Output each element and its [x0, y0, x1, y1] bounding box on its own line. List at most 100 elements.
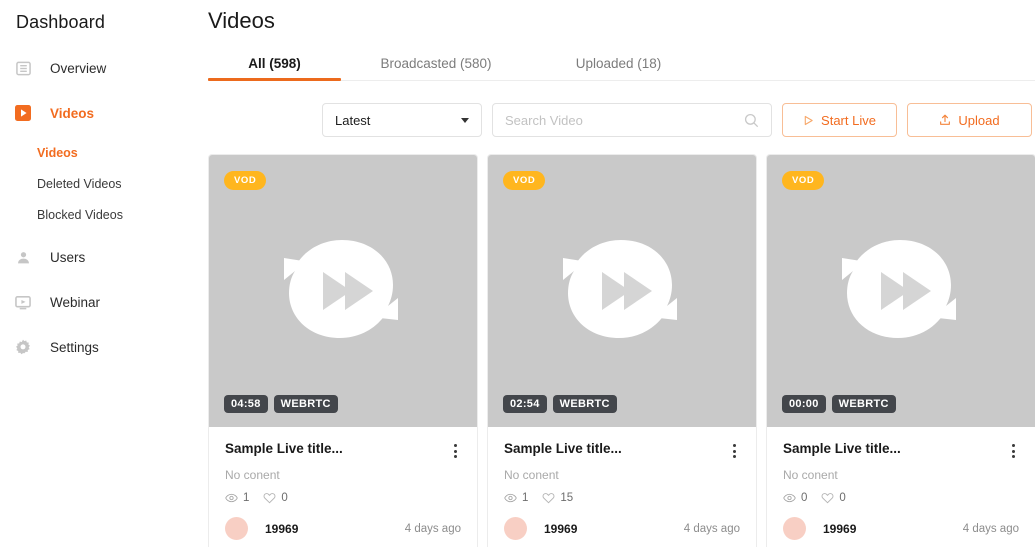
status-badge: VOD — [503, 171, 546, 190]
protocol-badge: WEBRTC — [552, 395, 617, 413]
heart-icon — [542, 492, 555, 504]
sidebar-item-label: Webinar — [50, 294, 101, 310]
duration-badge: 00:00 — [782, 395, 826, 413]
view-count: 1 — [225, 492, 249, 504]
sort-select-value: Latest — [335, 112, 371, 128]
upload-icon — [939, 114, 951, 126]
tab-uploaded[interactable]: Uploaded (18) — [531, 56, 706, 81]
video-stats: 0 0 — [783, 492, 1019, 504]
timestamp: 4 days ago — [962, 522, 1019, 535]
video-card-title-row: Sample Live title... — [504, 441, 740, 461]
search-input[interactable] — [505, 112, 738, 128]
sort-select[interactable]: Latest — [322, 103, 482, 137]
thumbnail-meta: 00:00 WEBRTC — [782, 395, 896, 413]
kebab-menu-icon[interactable] — [1008, 441, 1019, 461]
sidebar-subitem-label: Blocked Videos — [37, 207, 123, 222]
kebab-menu-icon[interactable] — [450, 441, 461, 461]
video-title: Sample Live title... — [504, 441, 622, 456]
page-title: Videos — [208, 8, 275, 33]
app-root: Dashboard Overview Videos Videos Deleted… — [0, 0, 1035, 547]
start-live-button[interactable]: Start Live — [782, 103, 897, 137]
like-count-value: 0 — [281, 492, 288, 504]
video-card-body: Sample Live title... No conent — [488, 427, 756, 547]
sidebar-item-label: Videos — [50, 105, 95, 121]
list-icon — [14, 59, 32, 77]
tab-label: All (598) — [248, 56, 301, 71]
view-count: 0 — [783, 492, 807, 504]
eye-icon — [504, 493, 517, 503]
main-content: Videos All (598) Broadcasted (580) Uploa… — [200, 0, 1035, 547]
sidebar-subitem-deleted-videos[interactable]: Deleted Videos — [0, 168, 200, 199]
duration-badge: 04:58 — [224, 395, 268, 413]
tab-bar: All (598) Broadcasted (580) Uploaded (18… — [208, 48, 1035, 81]
video-card-title-row: Sample Live title... — [225, 441, 461, 461]
video-description: No conent — [783, 468, 838, 482]
owner-name: 19969 — [265, 521, 299, 536]
sidebar-subnav-videos: Videos Deleted Videos Blocked Videos — [0, 137, 200, 230]
sidebar-subitem-blocked-videos[interactable]: Blocked Videos — [0, 199, 200, 230]
kebab-menu-icon[interactable] — [729, 441, 740, 461]
sidebar-subitem-label: Deleted Videos — [37, 176, 122, 191]
tab-broadcasted[interactable]: Broadcasted (580) — [341, 56, 531, 81]
gear-icon — [14, 338, 32, 356]
video-description: No conent — [504, 468, 559, 482]
sidebar-item-label: Settings — [50, 339, 99, 355]
upload-button[interactable]: Upload — [907, 103, 1032, 137]
search-field[interactable] — [492, 103, 772, 137]
start-live-label: Start Live — [821, 112, 876, 128]
video-thumbnail[interactable]: VOD 04:58 WEBRTC — [209, 155, 477, 427]
video-thumbnail[interactable]: VOD 02:54 WEBRTC — [488, 155, 756, 427]
page-title-dashboard: Dashboard — [16, 12, 105, 32]
view-count: 1 — [504, 492, 528, 504]
video-card-body: Sample Live title... No conent — [767, 427, 1035, 547]
like-count: 0 — [821, 492, 846, 504]
fast-forward-placeholder-icon — [279, 232, 407, 350]
duration-badge: 02:54 — [503, 395, 547, 413]
search-icon[interactable] — [744, 113, 759, 128]
eye-icon — [225, 493, 238, 503]
video-title: Sample Live title... — [783, 441, 901, 456]
video-card-body: Sample Live title... No conent — [209, 427, 477, 547]
like-count: 15 — [542, 492, 573, 504]
thumbnail-meta: 04:58 WEBRTC — [224, 395, 338, 413]
video-play-icon — [14, 104, 32, 122]
chevron-down-icon — [461, 117, 469, 123]
upload-label: Upload — [958, 112, 1000, 128]
view-count-value: 1 — [522, 492, 529, 504]
video-title: Sample Live title... — [225, 441, 343, 456]
sidebar-item-videos[interactable]: Videos — [0, 96, 200, 130]
video-stats: 1 0 — [225, 492, 461, 504]
video-card[interactable]: VOD 00:00 WEBRTC Sample Live title... No… — [766, 154, 1035, 547]
video-description: No conent — [225, 468, 280, 482]
video-stats: 1 15 — [504, 492, 740, 504]
avatar — [504, 517, 527, 540]
tab-label: Uploaded (18) — [575, 56, 662, 71]
video-card[interactable]: VOD 04:58 WEBRTC Sample Live title... No… — [208, 154, 478, 547]
like-count: 0 — [263, 492, 288, 504]
protocol-badge: WEBRTC — [273, 395, 338, 413]
eye-icon — [783, 493, 796, 503]
video-card-grid: VOD 04:58 WEBRTC Sample Live title... No… — [208, 154, 1035, 547]
fast-forward-placeholder-icon — [558, 232, 686, 350]
video-card-footer: 19969 4 days ago — [225, 517, 461, 540]
view-count-value: 0 — [801, 492, 808, 504]
sidebar-item-label: Users — [50, 249, 86, 265]
timestamp: 4 days ago — [404, 522, 461, 535]
heart-icon — [263, 492, 276, 504]
sidebar-item-webinar[interactable]: Webinar — [0, 285, 200, 319]
thumbnail-meta: 02:54 WEBRTC — [503, 395, 617, 413]
sidebar-item-settings[interactable]: Settings — [0, 330, 200, 364]
status-badge: VOD — [782, 171, 825, 190]
video-thumbnail[interactable]: VOD 00:00 WEBRTC — [767, 155, 1035, 427]
sidebar-item-users[interactable]: Users — [0, 240, 200, 274]
owner-name: 19969 — [544, 521, 578, 536]
like-count-value: 0 — [839, 492, 846, 504]
owner-name: 19969 — [823, 521, 857, 536]
sidebar-item-overview[interactable]: Overview — [0, 51, 200, 85]
video-card[interactable]: VOD 02:54 WEBRTC Sample Live title... No… — [487, 154, 757, 547]
avatar — [225, 517, 248, 540]
like-count-value: 15 — [560, 492, 574, 504]
sidebar-subitem-videos[interactable]: Videos — [0, 137, 200, 168]
fast-forward-placeholder-icon — [837, 232, 965, 350]
tab-all[interactable]: All (598) — [208, 56, 341, 81]
